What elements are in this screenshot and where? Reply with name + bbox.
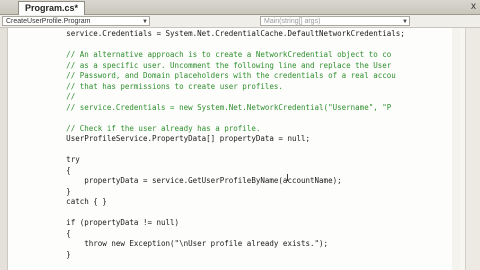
code-comment-line: // service.Credentials = new System.Net.… — [12, 102, 392, 112]
code-comment-line: // Password, and Domain placeholders wit… — [12, 71, 396, 80]
code-comment-line: // that has permissions to create user p… — [12, 81, 283, 91]
code-line: throw new Exception("\nUser profile alre… — [12, 239, 329, 248]
code-line: } — [12, 186, 71, 196]
member-dropdown-value: Main(string[] args) — [264, 18, 321, 25]
vertical-scrollbar[interactable] — [465, 28, 480, 270]
code-line: UserProfileService.PropertyData[] proper… — [12, 134, 311, 143]
code-line: } — [12, 249, 71, 259]
code-line: { — [12, 228, 71, 238]
code-comment-line: // as a specific user. Uncomment the fol… — [12, 60, 392, 70]
visual-studio-window: Program.cs* x CreateUserProfile.Program … — [0, 0, 480, 270]
code-line: catch { } — [12, 197, 107, 206]
code-comment-line: // An alternative approach is to create … — [12, 50, 392, 59]
code-comment-line: // — [12, 92, 76, 101]
code-line: propertyData = service.GetUserProfileByN… — [12, 176, 342, 185]
member-dropdown[interactable]: Main(string[] args) ▼ — [260, 16, 410, 26]
class-dropdown-value: CreateUserProfile.Program — [6, 18, 91, 25]
code-editor[interactable]: service.Credentials = System.Net.Credent… — [8, 28, 452, 270]
code-line: try — [12, 155, 80, 164]
outline-margin — [0, 28, 8, 270]
class-dropdown[interactable]: CreateUserProfile.Program ▼ — [2, 16, 150, 26]
document-tab-bar: Program.cs* x — [0, 0, 480, 15]
tab-program-cs[interactable]: Program.cs* — [18, 1, 86, 15]
tab-label: Program.cs* — [25, 3, 79, 13]
chevron-down-icon: ▼ — [402, 19, 408, 25]
chevron-down-icon: ▼ — [142, 19, 148, 25]
code-line: service.Credentials = System.Net.Credent… — [12, 29, 405, 38]
code-line: if (propertyData != null) — [12, 218, 180, 227]
code-line: { — [12, 165, 71, 175]
navigation-bar: CreateUserProfile.Program ▼ Main(string[… — [0, 15, 480, 28]
code-comment-line: // Check if the user already has a profi… — [12, 123, 261, 133]
close-tab-icon[interactable]: x — [471, 0, 476, 13]
mouse-cursor-icon: I — [286, 173, 289, 184]
